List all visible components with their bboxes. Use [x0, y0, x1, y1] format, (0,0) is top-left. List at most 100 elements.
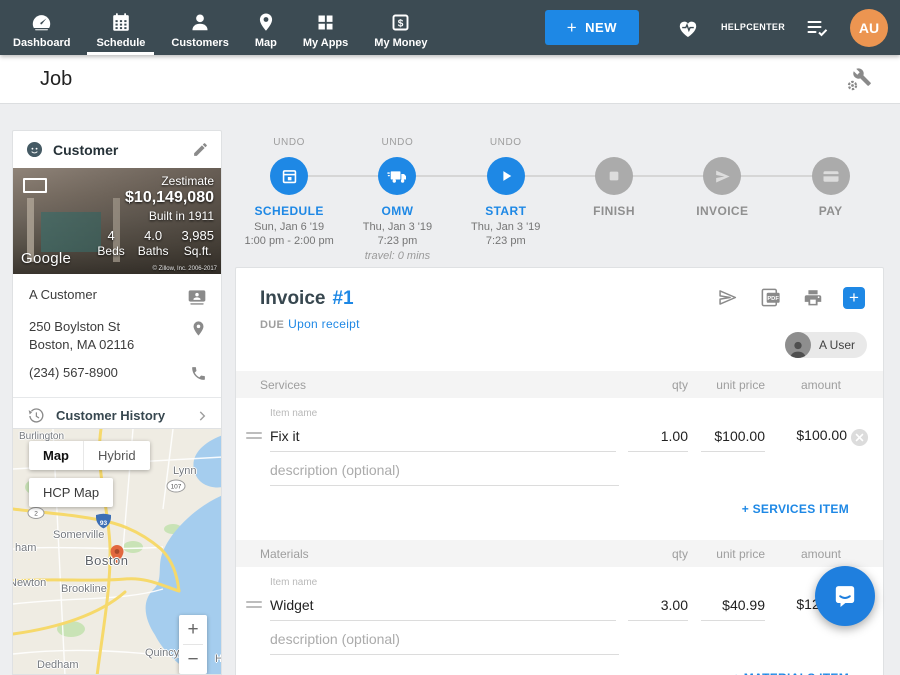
invoice-step-button[interactable] — [703, 157, 741, 195]
help-center-link[interactable]: HELP CENTER — [721, 22, 785, 33]
map-zoom-control: + − — [179, 615, 207, 674]
task-list-icon[interactable] — [805, 18, 830, 38]
finish-step-button[interactable] — [595, 157, 633, 195]
nav-tabs: Dashboard Schedule Customers Map — [0, 0, 440, 55]
money-icon: $ — [390, 10, 411, 34]
send-invoice-icon[interactable] — [715, 287, 740, 308]
print-icon[interactable] — [802, 287, 824, 309]
calendar-icon — [280, 167, 299, 186]
omw-step-label: OMW — [343, 204, 451, 218]
nav-tab-customers[interactable]: Customers — [158, 0, 241, 55]
chat-messenger-button[interactable] — [815, 566, 875, 626]
services-description-input[interactable] — [270, 460, 619, 486]
invoice-actions: PDF + — [715, 286, 865, 309]
materials-col-qty: qty — [628, 547, 688, 561]
materials-unit-price-input[interactable] — [701, 595, 765, 621]
materials-col-amount: amount — [765, 547, 847, 561]
materials-header-band: Materials qty unit price amount — [236, 540, 883, 567]
nav-label-dashboard: Dashboard — [13, 37, 70, 49]
user-avatar[interactable]: AU — [850, 9, 888, 47]
nav-tab-dashboard[interactable]: Dashboard — [0, 0, 83, 55]
schedule-step-label: SCHEDULE — [235, 204, 343, 218]
pay-step-button[interactable] — [812, 157, 850, 195]
nav-label-my-money: My Money — [374, 37, 427, 49]
invoice-title: Invoice — [260, 288, 325, 310]
invoice-step-label: INVOICE — [668, 204, 776, 218]
nav-label-my-apps: My Apps — [303, 37, 348, 49]
materials-header: Materials — [260, 547, 616, 561]
location-pin-icon[interactable] — [190, 318, 207, 338]
address-line1: 250 Boylston St — [29, 319, 120, 334]
start-step-date: Thu, Jan 3 '19 7:23 pm — [452, 221, 560, 249]
materials-description-row — [236, 621, 883, 655]
start-date-line2: 7:23 pm — [486, 235, 526, 247]
map-zoom-out-button[interactable]: − — [179, 645, 207, 674]
add-invoice-item-button[interactable]: + — [843, 287, 865, 309]
services-col-qty: qty — [628, 378, 688, 392]
street-view-frame-icon[interactable] — [23, 178, 47, 193]
baths-value: 4.0 — [138, 228, 169, 243]
property-photo[interactable]: Zestimate $10,149,080 Built in 1911 4Bed… — [13, 168, 221, 274]
materials-item-name-input[interactable] — [270, 595, 616, 621]
invoice-card: Invoice #1 DUEUpon receipt PDF + — [235, 267, 884, 675]
nav-tab-my-money[interactable]: $ My Money — [361, 0, 440, 55]
app-screen: Dashboard Schedule Customers Map — [0, 0, 900, 675]
health-heart-icon[interactable] — [675, 16, 701, 40]
schedule-date-line2: 1:00 pm - 2:00 pm — [245, 235, 334, 247]
map-label-newton: Newton — [12, 577, 46, 589]
pdf-icon[interactable]: PDF — [759, 286, 783, 309]
remove-services-item-icon[interactable] — [847, 428, 871, 452]
invoice-number-link[interactable]: #1 — [332, 288, 353, 310]
materials-item-name-label: Item name — [270, 577, 616, 588]
schedule-step-date: Sun, Jan 6 '19 1:00 pm - 2:00 pm — [235, 221, 343, 249]
customer-card-title: Customer — [53, 142, 118, 158]
undo-schedule-link[interactable]: UNDO — [235, 137, 343, 150]
contact-card-icon[interactable] — [187, 286, 207, 307]
materials-description-input[interactable] — [270, 629, 619, 655]
materials-qty-input[interactable] — [628, 595, 688, 621]
map-label-waltham-partial: ham — [15, 542, 36, 554]
services-description-row — [236, 452, 883, 486]
undo-omw-link[interactable]: UNDO — [343, 137, 451, 150]
drag-handle-icon[interactable] — [246, 429, 262, 442]
map-pin-icon — [256, 10, 276, 34]
services-col-amount: amount — [765, 378, 847, 392]
pay-step-label: PAY — [776, 204, 884, 218]
materials-col-unit-price: unit price — [701, 547, 765, 561]
nav-tab-schedule[interactable]: Schedule — [83, 0, 158, 55]
new-button[interactable]: + NEW — [545, 10, 639, 45]
map-type-map-button[interactable]: Map — [29, 441, 83, 470]
undo-spacer — [668, 137, 776, 150]
schedule-step-button[interactable] — [270, 157, 308, 195]
property-stats: 4Beds 4.0Baths 3,985Sq.ft. — [97, 228, 214, 258]
baths-label: Baths — [138, 244, 169, 258]
phone-icon[interactable] — [190, 364, 207, 382]
map-zoom-in-button[interactable]: + — [179, 615, 207, 644]
map-widget[interactable]: 93 107 2 Burlington Lynn Somerville ham … — [12, 428, 222, 675]
services-item-name-input[interactable] — [270, 426, 616, 452]
map-type-hybrid-button[interactable]: Hybrid — [83, 441, 150, 470]
add-materials-item-link[interactable]: + MATERIALS ITEM — [733, 671, 849, 675]
assignee-pill[interactable]: A User — [785, 332, 867, 358]
services-unit-price-input[interactable] — [701, 426, 765, 452]
nav-tab-my-apps[interactable]: My Apps — [290, 0, 361, 55]
nav-tab-map[interactable]: Map — [242, 0, 290, 55]
add-services-item-link[interactable]: + SERVICES ITEM — [742, 502, 849, 516]
dashboard-gauge-icon — [30, 10, 53, 34]
undo-spacer — [560, 137, 668, 150]
drag-handle-icon[interactable] — [246, 598, 262, 611]
hcp-map-button[interactable]: HCP Map — [29, 478, 113, 507]
omw-step-button[interactable] — [378, 157, 416, 195]
assignee-name: A User — [819, 338, 855, 352]
history-clock-icon — [27, 407, 45, 425]
due-value-link[interactable]: Upon receipt — [288, 317, 360, 331]
services-qty-input[interactable] — [628, 426, 688, 452]
start-step-button[interactable] — [487, 157, 525, 195]
undo-start-link[interactable]: UNDO — [452, 137, 560, 150]
zillow-copyright: © Zillow, Inc. 2006-2017 — [153, 266, 217, 272]
nav-label-schedule: Schedule — [96, 37, 145, 49]
edit-pencil-icon[interactable] — [192, 141, 209, 158]
person-icon — [189, 10, 211, 34]
customer-phone: (234) 567-8900 — [29, 364, 118, 382]
job-settings-wrench-gear-icon[interactable] — [845, 67, 872, 92]
